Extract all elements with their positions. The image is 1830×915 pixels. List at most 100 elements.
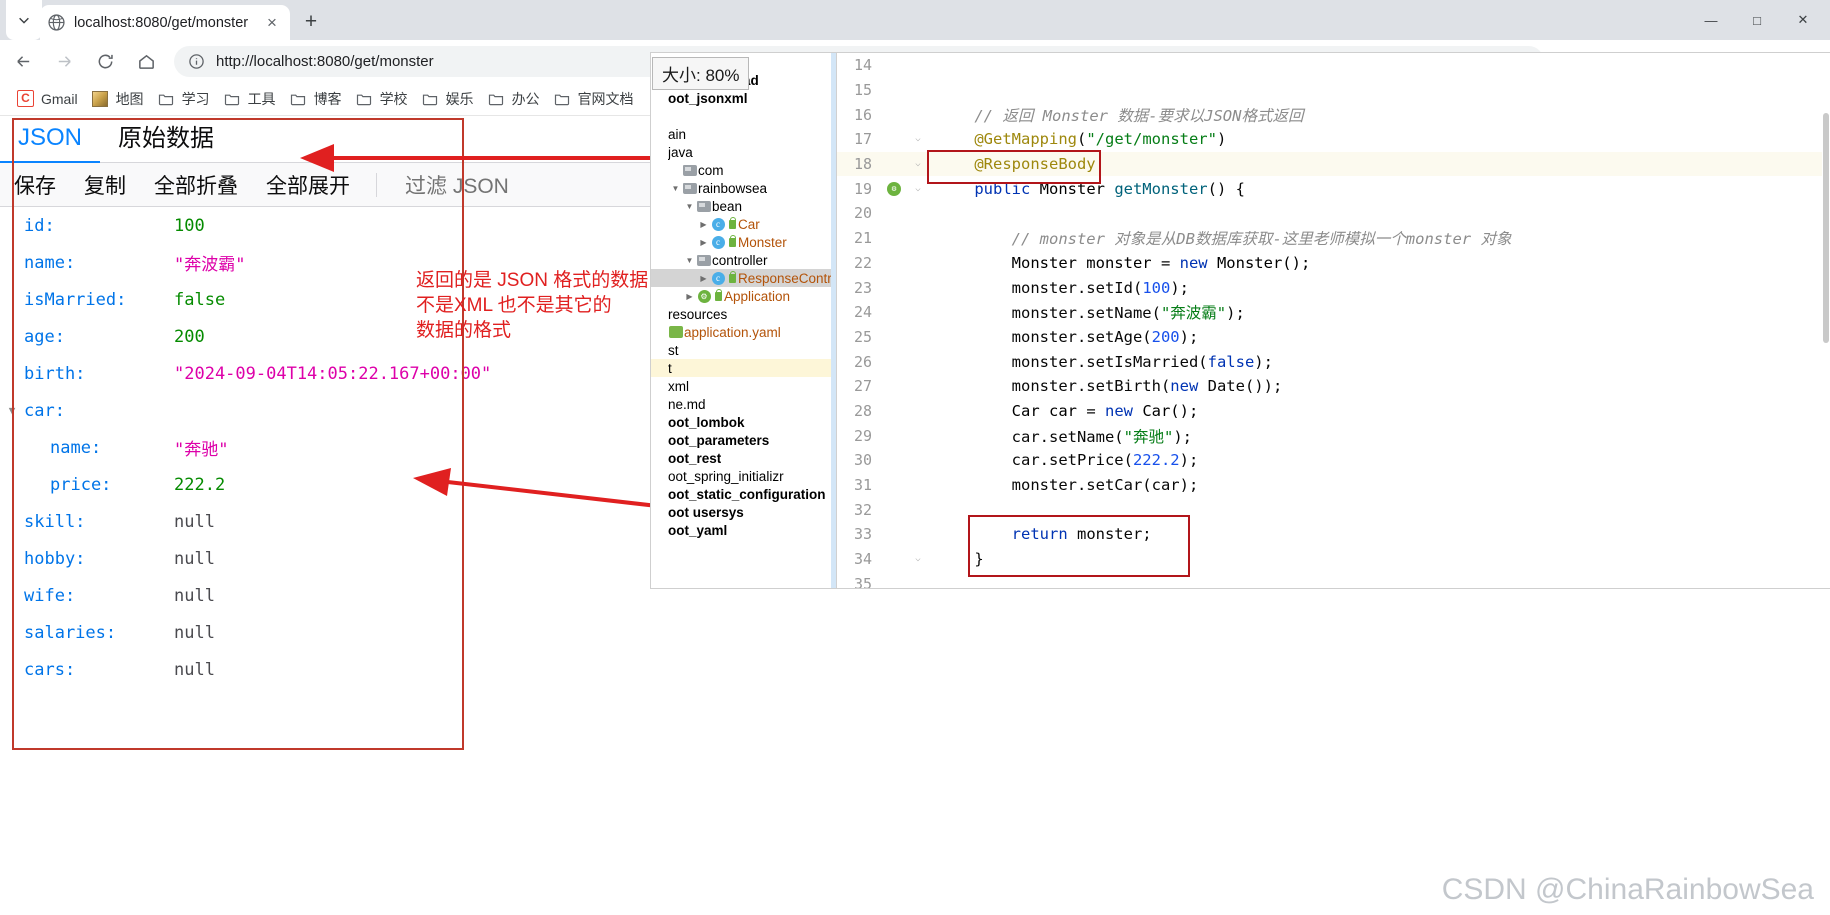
code-line-26[interactable]: 26 monster.setIsMarried(false); [837, 349, 1830, 374]
code-line-14[interactable]: 14 [837, 53, 1830, 78]
home-icon[interactable] [128, 43, 164, 79]
scrollbar-thumb[interactable] [1823, 113, 1829, 343]
back-icon[interactable] [5, 43, 41, 79]
tree-node-car[interactable]: ▶ c Car [651, 215, 836, 233]
folder-icon [290, 90, 307, 107]
json-value: null [174, 548, 215, 569]
line-number: 19 [853, 179, 872, 198]
code-line-22[interactable]: 22 Monster monster = new Monster(); [837, 251, 1830, 276]
folder-icon [422, 90, 439, 107]
chevron-right-icon[interactable]: ▶ [697, 238, 710, 247]
tree-node-oot-parameters[interactable]: oot_parameters [651, 431, 836, 449]
filter-json-input[interactable]: 过滤 JSON [389, 170, 509, 200]
chevron-down-icon[interactable]: ▼ [683, 256, 696, 265]
line-number: 33 [853, 525, 872, 544]
tree-node-oot-rest[interactable]: oot_rest [651, 449, 836, 467]
tree-node-oot-yaml[interactable]: oot_yaml [651, 521, 836, 539]
bookmark-item-5[interactable]: 学校 [349, 85, 415, 113]
json-row[interactable]: salaries: null [0, 614, 1830, 651]
code-line-29[interactable]: 29 car.setName("奔驰"); [837, 423, 1830, 448]
code-line-17[interactable]: 17 ⌵ @GetMapping("/get/monster") [837, 127, 1830, 152]
forward-icon[interactable] [46, 43, 82, 79]
chevron-right-icon[interactable]: ▶ [697, 220, 710, 229]
tree-node-st[interactable]: st [651, 341, 836, 359]
code-line-30[interactable]: 30 car.setPrice(222.2); [837, 448, 1830, 473]
tree-node-resources[interactable]: resources [651, 305, 836, 323]
tree-node-monster[interactable]: ▶ c Monster [651, 233, 836, 251]
bookmark-item-6[interactable]: 娱乐 [415, 85, 481, 113]
tree-scrollbar[interactable] [831, 53, 836, 588]
line-number: 31 [853, 476, 872, 495]
tree-node-com[interactable]: com [651, 161, 836, 179]
chevron-right-icon[interactable]: ▶ [697, 274, 710, 283]
bookmark-item-0[interactable]: C Gmail [10, 85, 85, 113]
save-button[interactable]: 保存 [0, 170, 70, 200]
json-tab-0[interactable]: JSON [0, 115, 101, 164]
reload-icon[interactable] [87, 43, 123, 79]
site-info-icon[interactable] [188, 53, 205, 70]
code-line-23[interactable]: 23 monster.setId(100); [837, 275, 1830, 300]
code-line-27[interactable]: 27 monster.setBirth(new Date()); [837, 374, 1830, 399]
json-tab-1[interactable]: 原始数据 [100, 116, 232, 162]
collapse-all-button[interactable]: 全部折叠 [140, 170, 252, 200]
tree-node-oot-static-configuration[interactable]: oot_static_configuration [651, 485, 836, 503]
json-row[interactable]: cars: null [0, 651, 1830, 688]
bookmark-item-1[interactable]: 地图 [85, 85, 151, 113]
tree-node-label: controller [712, 252, 768, 268]
code-editor[interactable]: 14 15 16 // 返回 Monster 数据-要求以JSON格式返回 17 ⌵ @… [837, 53, 1830, 588]
maximize-button[interactable]: □ [1734, 0, 1780, 40]
expand-all-button[interactable]: 全部展开 [252, 170, 364, 200]
bookmark-item-4[interactable]: 博客 [283, 85, 349, 113]
tree-node-ne-md[interactable]: ne.md [651, 395, 836, 413]
tree-node-application[interactable]: ▶ ⚙ Application [651, 287, 836, 305]
tree-node-t[interactable]: t [651, 359, 836, 377]
bookmark-item-8[interactable]: 官网文档 [547, 85, 641, 113]
bookmark-item-7[interactable]: 办公 [481, 85, 547, 113]
code-line-21[interactable]: 21 // monster 对象是从DB数据库获取-这里老师模拟一个monste… [837, 226, 1830, 251]
json-value: null [174, 622, 215, 643]
tree-node-oot-spring-initializr[interactable]: oot_spring_initializr [651, 467, 836, 485]
tree-node-xml[interactable]: xml [651, 377, 836, 395]
tree-node-controller[interactable]: ▼ controller [651, 251, 836, 269]
tree-node-responsecontroller[interactable]: ▶c ResponseController [651, 269, 836, 287]
fold-marker[interactable]: ⌵ [907, 184, 929, 194]
code-line-31[interactable]: 31 monster.setCar(car); [837, 473, 1830, 498]
code-line-20[interactable]: 20 [837, 201, 1830, 226]
tree-node-java[interactable]: java [651, 143, 836, 161]
tree-node-ain[interactable]: ain [651, 125, 836, 143]
line-number: 28 [853, 401, 872, 420]
close-icon[interactable]: × [262, 13, 282, 33]
chevron-right-icon[interactable]: ▶ [683, 292, 696, 301]
code-line-25[interactable]: 25 monster.setAge(200); [837, 325, 1830, 350]
fold-marker[interactable]: ⌵ [907, 134, 929, 144]
copy-button[interactable]: 复制 [70, 170, 140, 200]
browser-tab[interactable]: localhost:8080/get/monster × [40, 5, 290, 40]
folder-icon [224, 90, 241, 107]
code-line-15[interactable]: 15 [837, 78, 1830, 103]
bookmark-item-2[interactable]: 学习 [151, 85, 217, 113]
new-tab-button[interactable]: + [297, 8, 325, 36]
fold-marker[interactable]: ⌵ [907, 554, 929, 564]
fold-marker[interactable]: ⌵ [907, 159, 929, 169]
spring-bean-icon[interactable]: ⚙ [881, 181, 907, 196]
chevron-down-icon[interactable]: ▼ [669, 184, 682, 193]
tree-node-bean[interactable]: ▼ bean [651, 197, 836, 215]
bookmark-item-3[interactable]: 工具 [217, 85, 283, 113]
code-text: Car car = new Car(); [1011, 401, 1199, 420]
chevron-down-icon[interactable]: ▼ [0, 404, 24, 417]
minimize-button[interactable]: — [1688, 0, 1734, 40]
tree-node-oot-jsonxml[interactable]: oot_jsonxml [651, 89, 836, 107]
code-line-16[interactable]: 16 // 返回 Monster 数据-要求以JSON格式返回 [837, 102, 1830, 127]
chevron-down-icon[interactable]: ▼ [683, 202, 696, 211]
tree-node-oot-usersys[interactable]: oot usersys [651, 503, 836, 521]
close-window-button[interactable]: ✕ [1780, 0, 1826, 40]
tree-node-application-yaml[interactable]: application.yaml [651, 323, 836, 341]
tab-search-chevron-icon[interactable] [6, 0, 42, 40]
code-line-28[interactable]: 28 Car car = new Car(); [837, 399, 1830, 424]
globe-icon [48, 14, 65, 31]
tree-node-blank[interactable] [651, 107, 836, 125]
tree-node-rainbowsea[interactable]: ▼ rainbowsea [651, 179, 836, 197]
editor-scrollbar[interactable] [1822, 53, 1830, 588]
code-line-24[interactable]: 24 monster.setName("奔波霸"); [837, 300, 1830, 325]
tree-node-oot-lombok[interactable]: oot_lombok [651, 413, 836, 431]
